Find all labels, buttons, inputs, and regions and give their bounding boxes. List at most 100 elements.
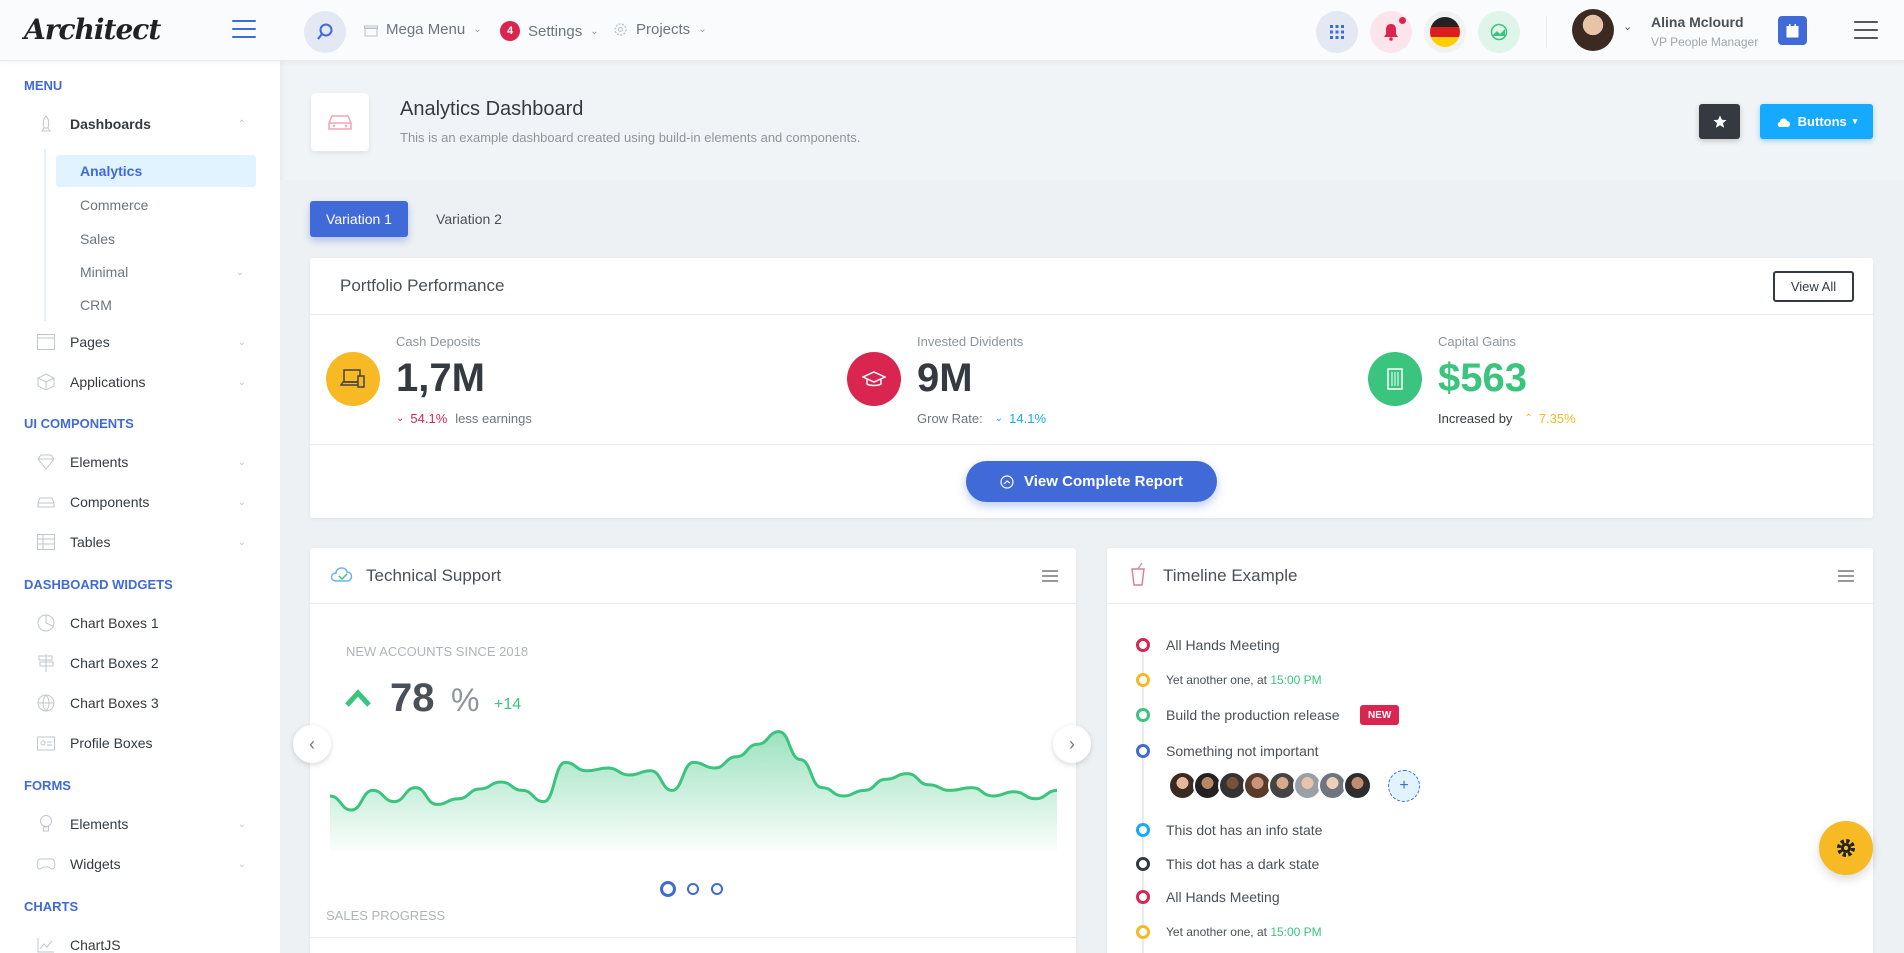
search-icon xyxy=(317,23,333,40)
invested-dividents-change: Grow Rate: ⌄ 14.1% xyxy=(917,411,1046,426)
sidebar-toggle-icon[interactable] xyxy=(232,20,256,38)
timeline-item-prefix: Yet another one, at xyxy=(1166,925,1271,939)
sidebar-sub-commerce[interactable]: Commerce xyxy=(56,189,256,221)
arrow-down-icon: ⌄ xyxy=(396,413,405,424)
chevron-down-icon: ⌄ xyxy=(237,376,246,388)
grid-icon xyxy=(1330,25,1344,39)
card-menu-icon[interactable] xyxy=(1042,570,1058,582)
chevron-down-icon: ⌄ xyxy=(590,25,599,37)
card-divider xyxy=(310,444,1873,445)
table-icon xyxy=(34,532,58,552)
capital-gains-value: $563 xyxy=(1438,356,1527,400)
graph-icon xyxy=(34,935,58,953)
language-button[interactable] xyxy=(1424,11,1466,53)
view-all-button[interactable]: View All xyxy=(1773,271,1854,302)
view-complete-report-button[interactable]: View Complete Report xyxy=(966,461,1217,502)
page-title: Analytics Dashboard xyxy=(400,98,584,120)
tab-variation-2[interactable]: Variation 2 xyxy=(424,201,514,237)
sidebar-item-tables[interactable]: Tables ⌄ xyxy=(34,526,246,558)
nav-projects[interactable]: Projects ⌄ xyxy=(613,21,707,38)
pie-chart-icon xyxy=(34,613,58,633)
chevron-down-icon: ⌄ xyxy=(237,496,246,508)
sidebar-item-dashboards-label: Dashboards xyxy=(70,116,151,132)
nav-settings[interactable]: 4 Settings ⌄ xyxy=(500,21,599,41)
sidebar-sub-crm[interactable]: CRM xyxy=(56,289,256,321)
sidebar-item-chart-boxes-2[interactable]: Chart Boxes 2 xyxy=(34,647,246,679)
chevron-right-icon: › xyxy=(1069,733,1075,754)
calendar-button[interactable] xyxy=(1778,16,1807,45)
timeline-dot xyxy=(1136,708,1150,722)
carousel-prev-button[interactable]: ‹ xyxy=(293,725,331,763)
chevron-down-icon: ⌄ xyxy=(473,24,482,35)
cash-deposits-value: 1,7M xyxy=(396,356,485,400)
sidebar-item-tables-label: Tables xyxy=(70,534,111,550)
avatar[interactable] xyxy=(1343,771,1372,800)
apps-grid-button[interactable] xyxy=(1316,11,1358,53)
nav-projects-label: Projects xyxy=(636,21,691,38)
card-menu-icon[interactable] xyxy=(1838,570,1854,582)
tab-variation-1[interactable]: Variation 1 xyxy=(310,201,408,237)
gauge-icon xyxy=(1000,474,1014,489)
chevron-down-icon: ⌄ xyxy=(237,858,246,870)
favorite-button[interactable] xyxy=(1699,104,1740,139)
sidebar-sub-minimal[interactable]: Minimal ⌄ xyxy=(56,256,256,288)
chevron-up-icon: ⌃ xyxy=(237,118,246,130)
user-avatar[interactable] xyxy=(1572,9,1614,51)
capital-gains-prefix: Increased by xyxy=(1438,411,1513,426)
nav-mega-menu[interactable]: Mega Menu ⌄ xyxy=(364,21,482,38)
sidebar-heading-ui-components: UI COMPONENTS xyxy=(24,416,134,431)
sidebar-sub-sales[interactable]: Sales xyxy=(56,223,256,255)
activity-button[interactable] xyxy=(1478,11,1520,53)
sidebar-item-widgets[interactable]: Widgets ⌄ xyxy=(34,848,246,880)
sidebar-item-chart-boxes-2-label: Chart Boxes 2 xyxy=(70,655,159,671)
user-role: VP People Manager xyxy=(1651,35,1759,49)
technical-support-title: Technical Support xyxy=(366,566,502,585)
cog-icon xyxy=(614,23,627,36)
new-badge: NEW xyxy=(1360,705,1400,725)
chevron-down-icon: ⌄ xyxy=(237,536,246,548)
theme-settings-button[interactable] xyxy=(1819,821,1873,875)
header-divider xyxy=(1546,16,1547,48)
sidebar-item-chart-boxes-1[interactable]: Chart Boxes 1 xyxy=(34,607,246,639)
sidebar-sub-analytics[interactable]: Analytics xyxy=(56,155,256,187)
view-complete-report-label: View Complete Report xyxy=(1024,473,1183,490)
sidebar-item-elements[interactable]: Elements ⌄ xyxy=(34,446,246,478)
chevron-down-icon: ⌄ xyxy=(237,456,246,468)
area-fill xyxy=(330,731,1057,852)
sidebar-item-chartjs[interactable]: ChartJS xyxy=(34,929,246,953)
carousel-dot[interactable] xyxy=(711,883,723,895)
sidebar-item-chart-boxes-3-label: Chart Boxes 3 xyxy=(70,695,159,711)
lightbulb-icon xyxy=(34,814,58,834)
sidebar-item-form-elements-label: Elements xyxy=(70,816,129,832)
sidebar-heading-charts: CHARTS xyxy=(24,899,79,914)
timeline-dot xyxy=(1136,890,1150,904)
right-drawer-toggle-icon[interactable] xyxy=(1854,21,1878,39)
sidebar-item-chart-boxes-3[interactable]: Chart Boxes 3 xyxy=(34,687,246,719)
sidebar-item-widgets-label: Widgets xyxy=(70,856,121,872)
add-member-button[interactable]: + xyxy=(1388,770,1420,802)
sidebar-item-form-elements[interactable]: Elements ⌄ xyxy=(34,808,246,840)
activity-icon xyxy=(1490,23,1508,41)
carousel-dot-active[interactable] xyxy=(660,881,676,897)
app-logo[interactable]: Architect xyxy=(24,13,161,46)
sidebar-item-applications[interactable]: Applications ⌄ xyxy=(34,366,246,398)
buttons-dropdown[interactable]: Buttons ▾ xyxy=(1760,104,1873,139)
portfolio-title: Portfolio Performance xyxy=(340,276,505,295)
ball-icon xyxy=(34,693,58,713)
sidebar-item-profile-boxes-label: Profile Boxes xyxy=(70,735,153,751)
invested-dividents-delta: 14.1% xyxy=(1009,411,1047,426)
carousel-dot[interactable] xyxy=(687,883,699,895)
search-button[interactable] xyxy=(304,11,346,53)
sidebar-item-dashboards[interactable]: Dashboards ⌃ xyxy=(34,108,246,140)
sidebar-item-pages[interactable]: Pages ⌄ xyxy=(34,326,246,358)
carousel-next-button[interactable]: › xyxy=(1053,725,1091,763)
card-divider xyxy=(310,937,1076,938)
user-menu-chevron-icon[interactable]: ⌄ xyxy=(1623,20,1632,33)
sidebar-item-components[interactable]: Components ⌄ xyxy=(34,486,246,518)
cash-deposits-note: less earnings xyxy=(455,411,532,426)
building-icon xyxy=(1387,368,1403,390)
sidebar-item-profile-boxes[interactable]: Profile Boxes xyxy=(34,727,246,759)
chevron-left-icon: ‹ xyxy=(309,733,315,754)
cash-deposits-delta: 54.1% xyxy=(410,411,448,426)
notifications-button[interactable] xyxy=(1370,11,1412,53)
